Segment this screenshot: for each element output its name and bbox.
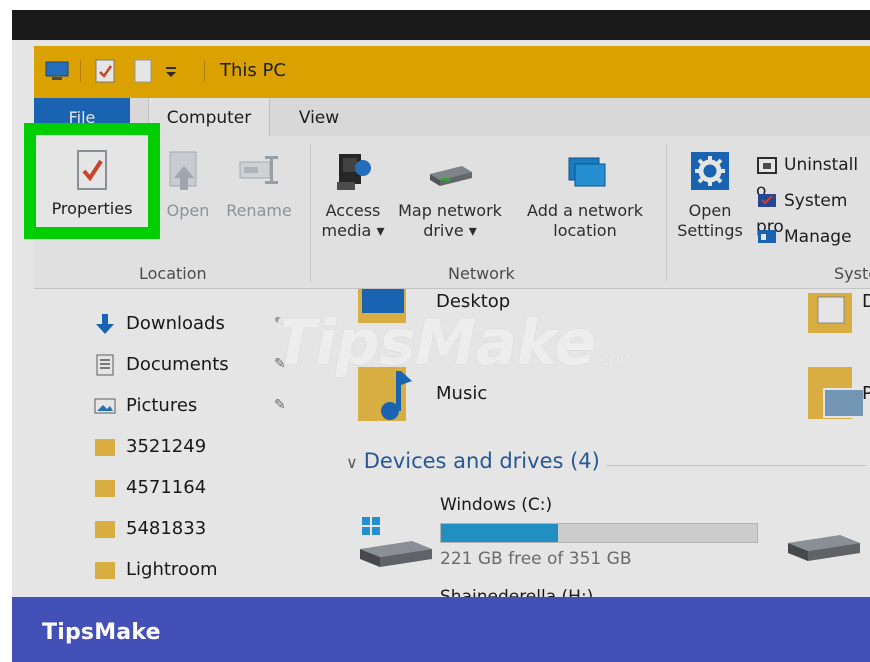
access-media-label-2: media ▾ <box>321 221 385 240</box>
nav-item-label: 5481833 <box>126 518 207 539</box>
pin-icon[interactable]: ✎ <box>274 397 286 413</box>
properties-qat-icon[interactable] <box>92 58 118 84</box>
nav-item-label: Pictures <box>126 395 198 416</box>
nav-item-label: Lightroom <box>126 559 218 580</box>
open-button[interactable]: Open <box>154 148 214 221</box>
location-group-label: Location <box>139 264 207 283</box>
open-label: Open <box>166 201 210 220</box>
drive-icon[interactable] <box>784 527 864 567</box>
system-group-label: Syste <box>834 264 870 283</box>
new-folder-qat-icon[interactable] <box>130 58 156 84</box>
nav-item-label: Downloads <box>126 313 225 334</box>
watermark-suffix: .com <box>595 348 636 369</box>
nav-item-label: 3521249 <box>126 436 207 457</box>
network-location-icon <box>568 157 606 187</box>
network-drive-icon <box>430 166 472 186</box>
drive-free-space: 221 GB free of 351 GB <box>440 549 632 569</box>
navigation-pane: Downloads ✎ Documents ✎ Pictures ✎ 35212… <box>34 289 306 597</box>
drive-name[interactable]: Shainederella (H:) <box>440 587 593 597</box>
computer-icon <box>45 61 69 80</box>
devices-header-label: Devices and drives (4) <box>363 449 600 473</box>
folder-icon <box>95 521 115 538</box>
properties-button[interactable]: Properties <box>36 135 148 227</box>
network-group-label: Network <box>448 264 515 283</box>
drive-name[interactable]: Windows (C:) <box>440 495 552 515</box>
uninstall-icon <box>757 157 777 174</box>
frame-top-border <box>0 0 870 10</box>
access-media-label-1: Access <box>325 201 381 220</box>
folder-icon <box>95 439 115 456</box>
documents-icon <box>96 354 114 376</box>
open-settings-label-1: Open <box>688 201 732 220</box>
devices-section-header[interactable]: ∨ Devices and drives (4) <box>346 449 600 473</box>
manage-label: Manage <box>784 227 852 247</box>
tab-view[interactable]: View <box>284 98 354 136</box>
nav-item-label: Documents <box>126 354 229 375</box>
qat-dropdown-icon[interactable] <box>162 58 180 84</box>
map-drive-label-2: drive ▾ <box>423 221 477 240</box>
footer-brand: TipsMake <box>42 620 161 645</box>
drive-usage-bar <box>440 523 758 543</box>
qat-separator <box>80 60 81 82</box>
open-settings-button[interactable]: Open Settings <box>672 148 748 241</box>
frame-left-border <box>0 0 12 662</box>
folder-label[interactable]: Music <box>436 383 487 404</box>
gear-icon <box>691 152 729 190</box>
system-properties-command[interactable]: System pro <box>756 188 870 237</box>
file-explorer-window: This PC File Computer View Open Rename L… <box>12 10 870 597</box>
open-icon <box>169 151 197 190</box>
properties-icon <box>77 150 107 190</box>
chevron-down-icon: ∨ <box>346 453 358 472</box>
add-location-label-1: Add a network <box>527 201 643 220</box>
tab-computer[interactable]: Computer <box>148 98 270 136</box>
title-separator <box>204 60 205 82</box>
group-separator <box>310 144 311 282</box>
section-divider <box>606 465 866 466</box>
pictures-icon <box>94 398 116 414</box>
media-icon <box>337 154 371 190</box>
add-network-location-button[interactable]: Add a network location <box>516 148 654 241</box>
drive-usage-fill <box>441 524 558 542</box>
nav-item-label: 4571164 <box>126 477 207 498</box>
uninstall-command[interactable]: Uninstall o <box>756 152 870 201</box>
download-arrow-icon <box>96 314 114 334</box>
system-properties-icon <box>758 194 776 207</box>
open-settings-label-2: Settings <box>677 221 743 240</box>
folder-label[interactable]: D <box>862 291 870 312</box>
rename-button[interactable]: Rename <box>222 148 296 221</box>
pictures-folder-icon[interactable] <box>806 363 866 423</box>
rename-label: Rename <box>226 201 292 220</box>
access-media-button[interactable]: Access media ▾ <box>318 148 388 241</box>
title-bar: This PC <box>34 46 870 98</box>
watermark: TipsMake.com <box>274 306 637 379</box>
properties-label: Properties <box>51 199 133 218</box>
map-network-drive-button[interactable]: Map network drive ▾ <box>390 148 510 241</box>
folder-label[interactable]: Pi <box>862 383 870 404</box>
manage-icon <box>758 230 776 243</box>
add-location-label-2: location <box>553 221 617 240</box>
documents-folder-icon[interactable] <box>806 289 856 337</box>
watermark-text: TipsMake <box>274 306 596 379</box>
window-title: This PC <box>220 60 286 81</box>
folder-icon <box>95 480 115 497</box>
window-top-edge <box>12 10 870 40</box>
manage-command[interactable]: Manage <box>756 224 852 250</box>
map-drive-label-1: Map network <box>398 201 502 220</box>
group-separator <box>666 144 667 282</box>
folder-icon <box>95 562 115 579</box>
rename-icon <box>239 156 278 184</box>
windows-drive-icon[interactable] <box>356 515 436 571</box>
